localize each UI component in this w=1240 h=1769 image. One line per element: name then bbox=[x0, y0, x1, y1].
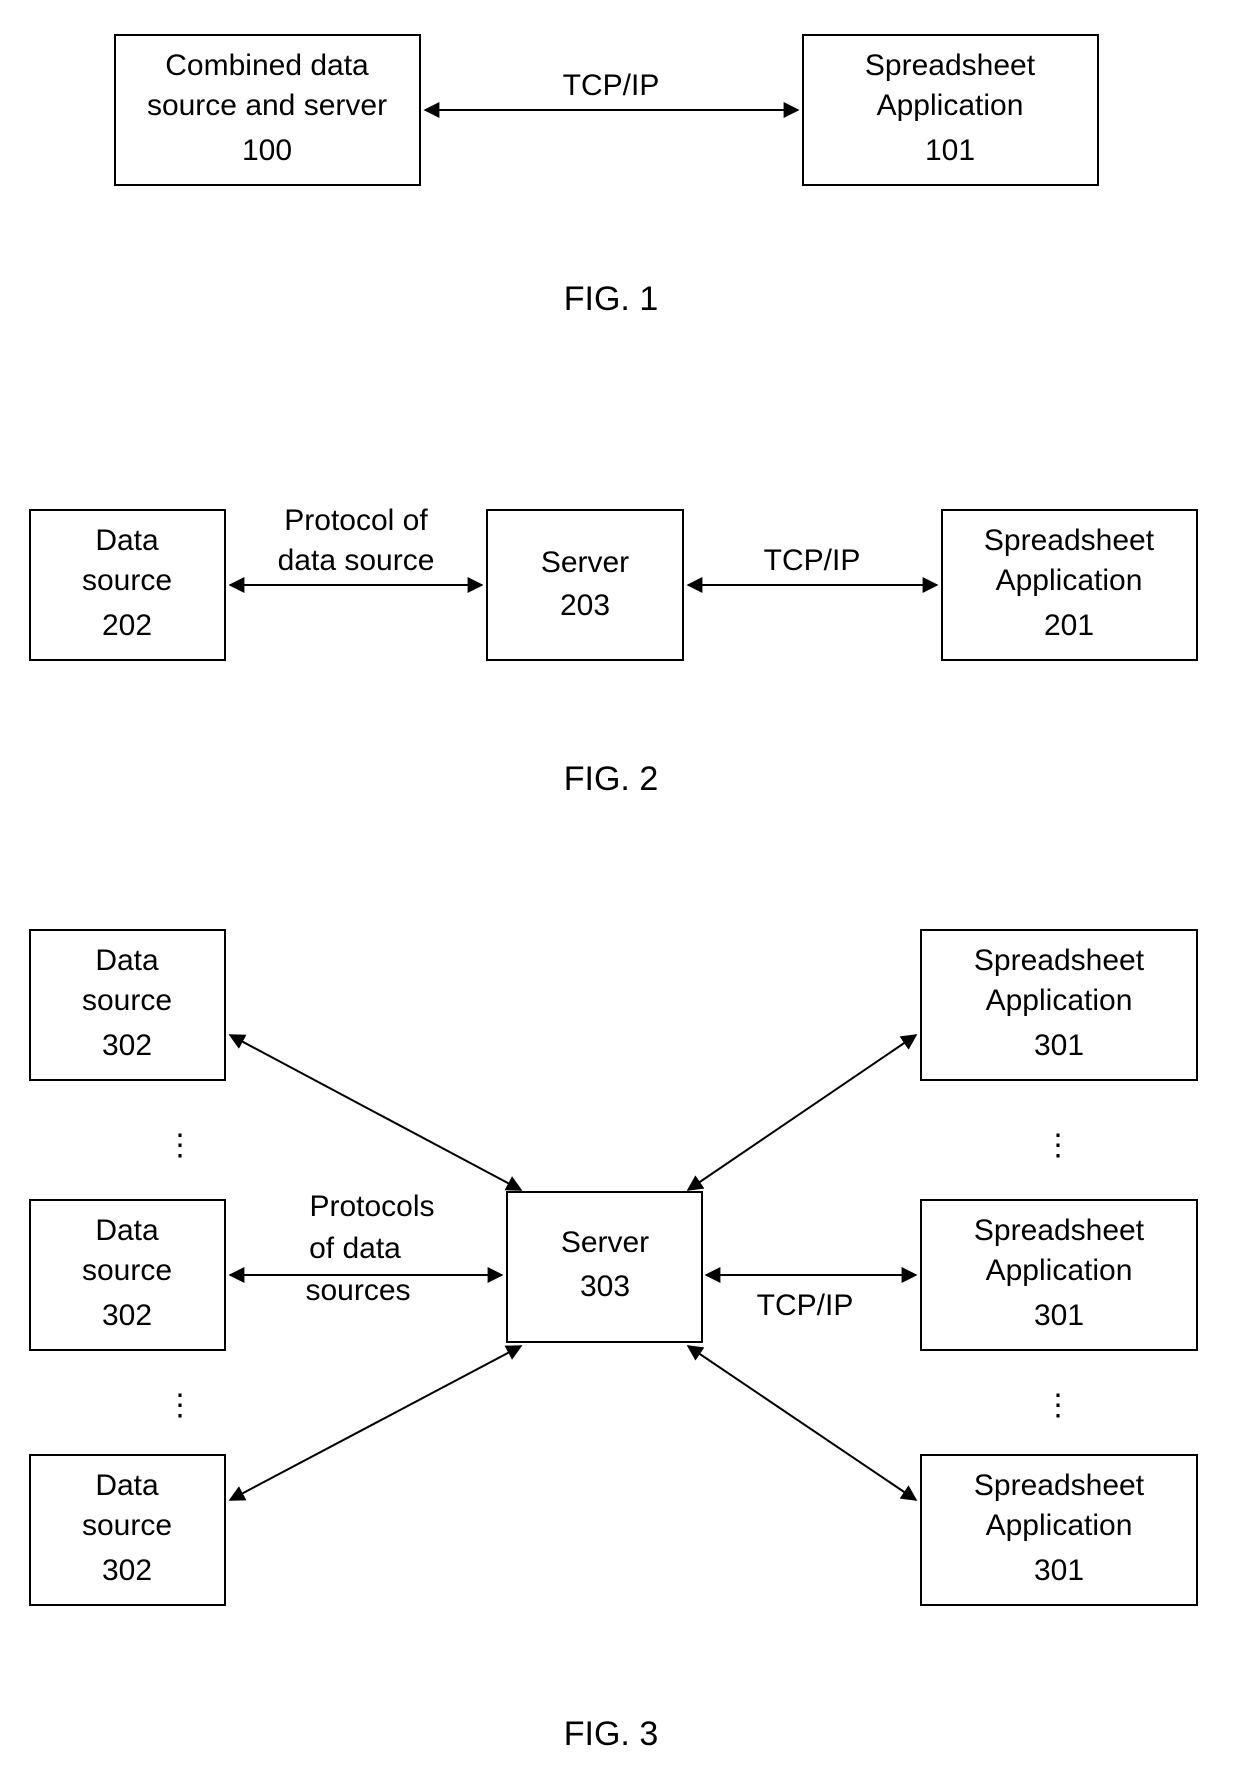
fig1-box-left-line2: source and server bbox=[147, 89, 387, 122]
fig3-ds-mid-line1: Data bbox=[95, 1214, 159, 1247]
fig2-arrow-right-label: TCP/IP bbox=[764, 544, 861, 577]
fig3-server-line2: 303 bbox=[580, 1270, 630, 1303]
fig2-box-left-line2: source bbox=[82, 564, 172, 597]
diagram-page: Combined data source and server 100 Spre… bbox=[0, 0, 1240, 1769]
fig2-box-left-line3: 202 bbox=[102, 609, 152, 642]
fig2-arrow-left-label2: data source bbox=[278, 544, 435, 577]
fig2-box-right-line3: 201 bbox=[1044, 609, 1094, 642]
fig1-box-left-line1: Combined data bbox=[165, 49, 369, 82]
fig3-arrow-ds-top bbox=[230, 1035, 521, 1190]
fig1-box-right-line1: Spreadsheet bbox=[865, 49, 1036, 82]
fig2-box-left-line1: Data bbox=[95, 524, 159, 557]
fig2-caption: FIG. 2 bbox=[564, 760, 658, 798]
fig3-ds-top-line1: Data bbox=[95, 944, 159, 977]
fig3-arrow-app-top bbox=[688, 1035, 916, 1190]
fig2-box-right-line1: Spreadsheet bbox=[984, 524, 1155, 557]
fig-1: Combined data source and server 100 Spre… bbox=[115, 35, 1098, 318]
fig3-ds-top-line3: 302 bbox=[102, 1029, 152, 1062]
fig3-left-label2: of data bbox=[309, 1232, 401, 1265]
fig3-ds-mid-line3: 302 bbox=[102, 1299, 152, 1332]
fig3-dots-right-1: ⋮ bbox=[1043, 1129, 1073, 1162]
fig3-app-mid-line3: 301 bbox=[1034, 1299, 1084, 1332]
fig3-left-label3: sources bbox=[305, 1274, 410, 1307]
fig3-caption: FIG. 3 bbox=[564, 1715, 658, 1753]
fig3-app-bot-line2: Application bbox=[986, 1509, 1133, 1542]
fig3-app-top-line3: 301 bbox=[1034, 1029, 1084, 1062]
fig3-ds-bot-line1: Data bbox=[95, 1469, 159, 1502]
fig3-left-label1: Protocols bbox=[309, 1190, 434, 1223]
fig3-ds-bot-line3: 302 bbox=[102, 1554, 152, 1587]
fig3-dots-left-2: ⋮ bbox=[165, 1389, 195, 1422]
fig2-box-mid bbox=[487, 510, 683, 660]
fig1-box-left-line3: 100 bbox=[242, 134, 292, 167]
fig3-server bbox=[507, 1192, 702, 1342]
fig3-arrow-app-bot bbox=[688, 1346, 916, 1500]
fig2-box-mid-line2: 203 bbox=[560, 589, 610, 622]
fig3-ds-bot-line2: source bbox=[82, 1509, 172, 1542]
fig3-app-bot-line3: 301 bbox=[1034, 1554, 1084, 1587]
fig3-app-top-line1: Spreadsheet bbox=[974, 944, 1145, 977]
fig2-arrow-left-label1: Protocol of bbox=[284, 504, 428, 537]
fig1-box-right-line3: 101 bbox=[925, 134, 975, 167]
fig1-caption: FIG. 1 bbox=[564, 280, 658, 318]
fig3-app-mid-line1: Spreadsheet bbox=[974, 1214, 1145, 1247]
fig3-server-line1: Server bbox=[561, 1226, 649, 1259]
fig3-app-top-line2: Application bbox=[986, 984, 1133, 1017]
fig1-box-right-line2: Application bbox=[877, 89, 1024, 122]
fig3-app-mid-line2: Application bbox=[986, 1254, 1133, 1287]
fig3-dots-right-2: ⋮ bbox=[1043, 1389, 1073, 1422]
fig3-app-bot-line1: Spreadsheet bbox=[974, 1469, 1145, 1502]
fig2-box-mid-line1: Server bbox=[541, 546, 629, 579]
fig3-dots-left-1: ⋮ bbox=[165, 1129, 195, 1162]
fig3-right-label: TCP/IP bbox=[757, 1289, 854, 1322]
fig1-arrow-label: TCP/IP bbox=[563, 69, 660, 102]
fig3-ds-top-line2: source bbox=[82, 984, 172, 1017]
fig-3: Data source 302 ⋮ Data source 302 ⋮ Data… bbox=[30, 930, 1197, 1753]
fig2-box-right-line2: Application bbox=[996, 564, 1143, 597]
fig3-arrow-ds-bot bbox=[230, 1346, 521, 1500]
fig-2: Data source 202 Server 203 Spreadsheet A… bbox=[30, 504, 1197, 798]
fig3-ds-mid-line2: source bbox=[82, 1254, 172, 1287]
